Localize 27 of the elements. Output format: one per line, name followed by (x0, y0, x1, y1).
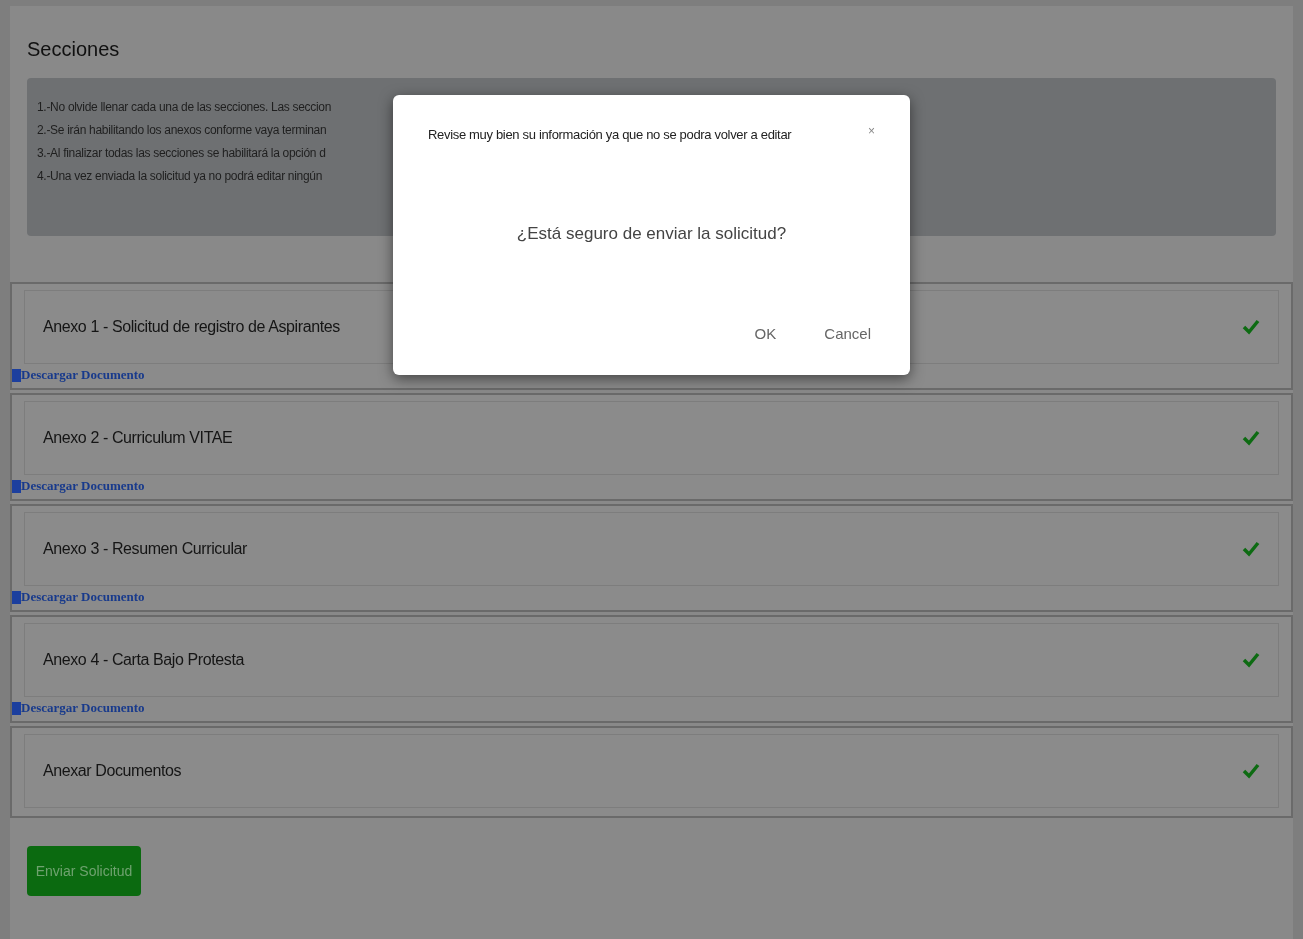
document-icon (12, 701, 21, 715)
download-link[interactable]: Descargar Documento (12, 697, 1279, 719)
dialog-button[interactable]: Cancel (820, 322, 875, 345)
instruction-text: 2.-Se irán habilitando los anexos conforme vaya terminan (37, 122, 327, 139)
download-link[interactable]: Descargar Documento (12, 364, 1279, 386)
section-title: Anexo 3 - Resumen Curricular (43, 539, 247, 559)
instruction-text: 4.-Una vez enviada la solicitud ya no podrá editar ningún (37, 168, 323, 185)
section-header[interactable]: Anexo 2 - Curriculum VITAE (24, 401, 1279, 475)
section-title: Anexo 2 - Curriculum VITAE (43, 428, 233, 448)
page-title: Secciones (27, 37, 121, 62)
instruction-text: 1.-No olvide llenar cada una de las secciones. Las seccion (37, 99, 332, 116)
section-title: Anexar Documentos (43, 761, 182, 781)
section-header[interactable]: Anexar Documentos (24, 734, 1279, 808)
dialog-title: Revise muy bien su información ya que no se podra volver a editar (428, 126, 792, 144)
document-icon (12, 368, 21, 382)
section-header[interactable]: Anexo 3 - Resumen Curricular (24, 512, 1279, 586)
instruction-text: 3.-Al finalizar todas las secciones se habilitará la opción d (37, 145, 326, 162)
document-icon (12, 479, 21, 493)
close-button[interactable]: × (868, 125, 875, 137)
dialog-message: ¿Está seguro de enviar la solicitud? (516, 222, 787, 245)
download-link[interactable]: Descargar Documento (12, 475, 1279, 497)
section-title: Anexo 1 - Solicitud de registro de Aspirantes (43, 317, 340, 337)
section-title: Anexo 4 - Carta Bajo Protesta (43, 650, 244, 670)
dialog-button[interactable]: OK (750, 322, 781, 345)
document-icon (12, 590, 21, 604)
section-header[interactable]: Anexo 4 - Carta Bajo Protesta (24, 623, 1279, 697)
download-link[interactable]: Descargar Documento (12, 586, 1279, 608)
